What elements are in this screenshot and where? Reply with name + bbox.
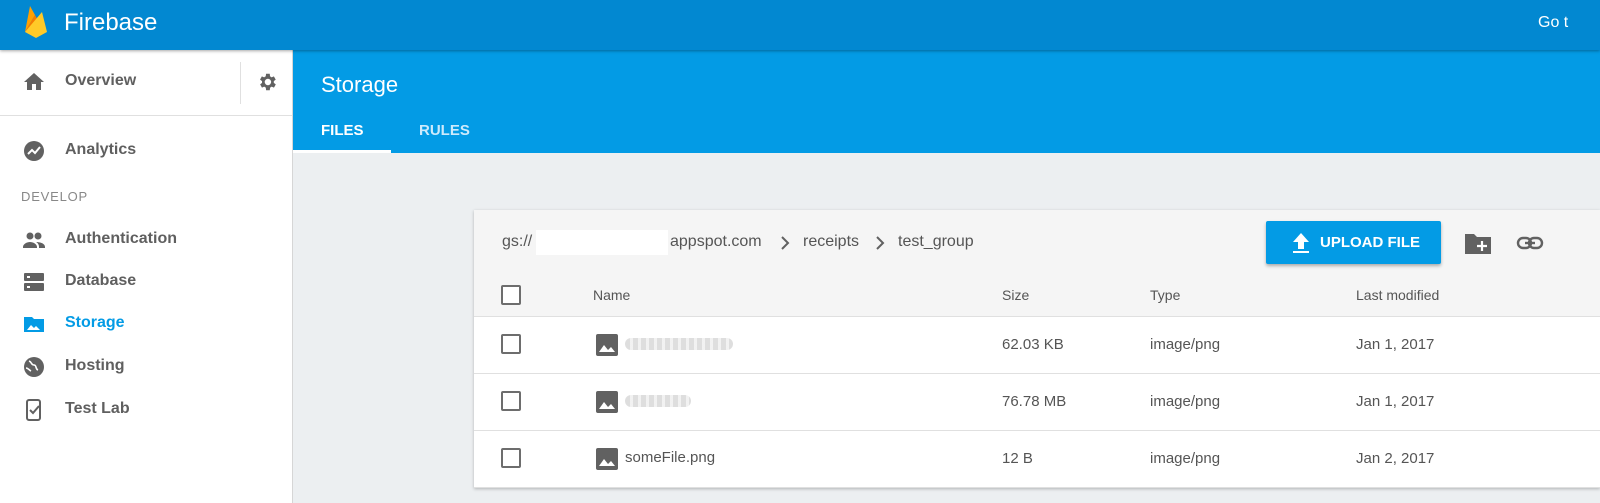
file-type: image/png — [1150, 450, 1221, 467]
chevron-right-icon — [781, 236, 790, 250]
tab-files[interactable]: FILES — [321, 122, 364, 139]
file-size: 76.78 MB — [1002, 393, 1067, 410]
sidebar-item-label: Overview — [65, 72, 137, 89]
file-modified: Jan 2, 2017 — [1356, 450, 1435, 467]
sidebar-item-authentication[interactable]: Authentication — [0, 219, 292, 261]
firebase-logo-icon[interactable] — [23, 4, 49, 40]
file-modified: Jan 1, 2017 — [1356, 393, 1435, 410]
new-folder-icon[interactable] — [1464, 230, 1492, 256]
redacted-file-name — [625, 338, 733, 350]
column-header-name[interactable]: Name — [593, 287, 630, 303]
link-icon[interactable] — [1516, 230, 1544, 256]
file-modified: Jan 1, 2017 — [1356, 336, 1435, 353]
file-type: image/png — [1150, 336, 1221, 353]
row-checkbox[interactable] — [501, 448, 521, 468]
sidebar-item-label: Database — [65, 272, 137, 289]
breadcrumb-bucket-prefix[interactable]: gs:// — [502, 233, 532, 251]
table-row[interactable]: 62.03 KB image/png Jan 1, 2017 — [474, 316, 1600, 374]
row-checkbox[interactable] — [501, 334, 521, 354]
people-icon — [23, 232, 45, 248]
file-size: 12 B — [1002, 450, 1033, 467]
chevron-right-icon — [876, 236, 885, 250]
sidebar-item-overview[interactable]: Overview — [0, 61, 240, 103]
test-lab-icon — [26, 399, 41, 421]
file-browser-card: gs:// appspot.com receipts test_group UP… — [474, 210, 1600, 488]
card-toolbar: gs:// appspot.com receipts test_group UP… — [474, 210, 1600, 276]
breadcrumb-bucket-suffix[interactable]: appspot.com — [670, 233, 762, 251]
go-to-console-link[interactable]: Go t — [1538, 14, 1568, 32]
analytics-icon — [24, 141, 44, 161]
page-title: Storage — [321, 72, 399, 97]
table-row[interactable]: 76.78 MB image/png Jan 1, 2017 — [474, 373, 1600, 431]
redacted-file-name — [625, 395, 691, 407]
section-label-develop: DEVELOP — [21, 189, 89, 204]
breadcrumb-folder[interactable]: test_group — [898, 233, 974, 251]
app-title[interactable]: Firebase — [64, 9, 157, 37]
image-file-icon — [596, 448, 618, 470]
row-checkbox[interactable] — [501, 391, 521, 411]
sidebar-item-storage[interactable]: Storage — [0, 303, 292, 345]
sidebar-item-label: Storage — [65, 314, 125, 331]
image-file-icon — [596, 391, 618, 413]
file-size: 62.03 KB — [1002, 336, 1064, 353]
file-name[interactable]: someFile.png — [625, 449, 715, 466]
upload-icon — [1293, 233, 1309, 253]
globe-icon — [24, 357, 44, 377]
storage-icon — [24, 317, 44, 332]
sidebar-item-label: Authentication — [65, 230, 177, 247]
file-type: image/png — [1150, 393, 1221, 410]
home-icon — [24, 73, 44, 90]
active-tab-indicator — [293, 150, 391, 153]
column-header-last-modified[interactable]: Last modified — [1356, 287, 1439, 303]
page-header: Storage FILES RULES — [293, 50, 1600, 153]
breadcrumb-folder[interactable]: receipts — [803, 233, 859, 251]
select-all-checkbox[interactable] — [501, 285, 521, 305]
image-file-icon — [596, 334, 618, 356]
sidebar-overview-row: Overview — [0, 50, 292, 116]
sidebar-item-test-lab[interactable]: Test Lab — [0, 389, 292, 431]
table-row[interactable]: someFile.png 12 B image/png Jan 2, 2017 — [474, 430, 1600, 488]
sidebar-item-hosting[interactable]: Hosting — [0, 346, 292, 388]
sidebar: Overview Analytics DEVELOP Authenticatio… — [0, 50, 293, 503]
upload-file-label: UPLOAD FILE — [1320, 234, 1420, 251]
database-icon — [24, 273, 44, 291]
top-bar: Firebase Go t — [0, 0, 1600, 50]
sidebar-item-label: Analytics — [65, 141, 137, 158]
sidebar-item-label: Test Lab — [65, 400, 130, 417]
divider — [240, 62, 241, 104]
column-header-size[interactable]: Size — [1002, 287, 1029, 303]
sidebar-item-label: Hosting — [65, 357, 125, 374]
upload-file-button[interactable]: UPLOAD FILE — [1266, 221, 1441, 264]
table-header: Name Size Type Last modified — [474, 275, 1600, 317]
sidebar-item-database[interactable]: Database — [0, 261, 292, 303]
tab-rules[interactable]: RULES — [419, 122, 470, 139]
redacted-bucket-name — [536, 230, 668, 255]
settings-gear-icon[interactable] — [256, 71, 278, 93]
column-header-type[interactable]: Type — [1150, 287, 1180, 303]
sidebar-item-analytics[interactable]: Analytics — [0, 130, 292, 172]
